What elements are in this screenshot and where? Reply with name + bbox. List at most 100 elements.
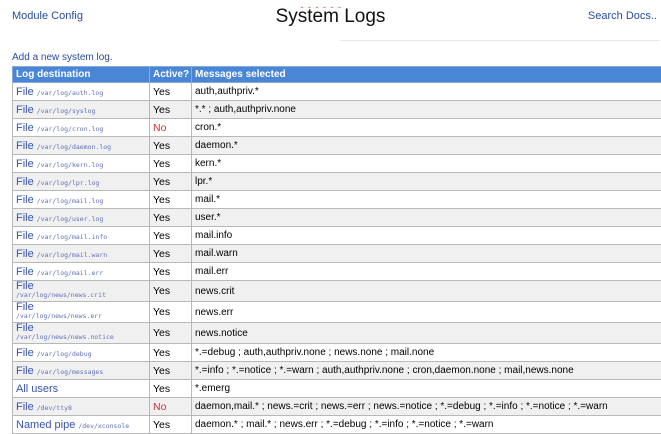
logs-table-container: Log destination Active? Messages selecte… [12,66,661,434]
active-status: No [150,119,192,137]
table-row: File/var/log/cron.logNocron.* [13,119,661,137]
table-row: File/var/log/lpr.logYeslpr.* [13,173,661,191]
search-docs-link[interactable]: Search Docs.. [588,10,657,22]
messages-selected: mail.warn [192,245,661,263]
log-destination-link[interactable]: File [16,212,34,224]
table-row: File/var/log/news/news.noticeYesnews.not… [13,323,661,344]
messages-selected: mail.* [192,191,661,209]
active-status: Yes [150,281,192,302]
log-destination-link[interactable]: File [16,122,34,134]
log-destination-link[interactable]: File [16,140,34,152]
log-destination-cell[interactable]: File/var/log/mail.info [13,227,150,245]
table-row: File/var/log/mail.warnYesmail.warn [13,245,661,263]
active-status: Yes [150,302,192,323]
log-destination-cell[interactable]: File/var/log/syslog [13,101,150,119]
log-destination-cell[interactable]: File/var/log/kern.log [13,155,150,173]
log-path: /var/log/news/news.err [16,312,146,321]
messages-selected: lpr.* [192,173,661,191]
header-divider [340,40,660,41]
table-row: File/var/log/daemon.logYesdaemon.* [13,137,661,155]
active-status: Yes [150,323,192,344]
log-destination-link[interactable]: File [16,347,34,359]
log-destination-link[interactable]: File [16,86,34,98]
log-destination-cell[interactable]: Named pipe/dev/xconsole [13,416,150,434]
log-destination-link[interactable]: All users [16,383,58,395]
log-destination-cell[interactable]: File/var/log/debug [13,344,150,362]
log-path: /var/log/messages [37,368,104,376]
log-destination-cell[interactable]: File/var/log/mail.err [13,263,150,281]
messages-selected: news.err [192,302,661,323]
messages-selected: mail.info [192,227,661,245]
page-title: - - - - - - System Logs [0,6,661,28]
log-path: /dev/xconsole [78,422,129,430]
log-path: /var/log/daemon.log [37,143,111,151]
log-destination-cell[interactable]: File/var/log/auth.log [13,83,150,101]
log-destination-cell[interactable]: File/var/log/lpr.log [13,173,150,191]
log-path: /var/log/news/news.notice [16,333,146,342]
table-row: File/var/log/news/news.errYesnews.err [13,302,661,323]
col-header-messages: Messages selected [192,67,661,83]
table-row: File/var/log/syslogYes*.* ; auth,authpri… [13,101,661,119]
log-destination-link[interactable]: File [16,266,34,278]
messages-selected: user.* [192,209,661,227]
log-path: /var/log/debug [37,350,92,358]
active-status: Yes [150,380,192,398]
log-destination-cell[interactable]: File/var/log/mail.warn [13,245,150,263]
add-system-log-link[interactable]: Add a new system log. [12,52,113,63]
page-header: Module Config - - - - - - System Logs Se… [0,0,661,44]
log-path: /var/log/mail.log [37,197,104,205]
active-status: Yes [150,209,192,227]
log-path: /var/log/lpr.log [37,179,100,187]
active-status: Yes [150,416,192,434]
messages-selected: news.crit [192,281,661,302]
log-destination-link[interactable]: File [16,230,34,242]
log-path: /var/log/kern.log [37,161,104,169]
log-destination-cell[interactable]: File/var/log/news/news.err [13,302,150,323]
log-destination-cell[interactable]: File/var/log/messages [13,362,150,380]
log-destination-link[interactable]: Named pipe [16,419,75,431]
log-destination-link[interactable]: File [16,365,34,377]
table-row: File/var/log/mail.errYesmail.err [13,263,661,281]
log-destination-link[interactable]: File [16,194,34,206]
log-destination-cell[interactable]: File/var/log/news/news.notice [13,323,150,344]
log-path: /var/log/syslog [37,107,96,115]
log-destination-link[interactable]: File [16,248,34,260]
log-destination-cell[interactable]: File/var/log/user.log [13,209,150,227]
messages-selected: news.notice [192,323,661,344]
col-header-active: Active? [150,67,192,83]
table-row: Named pipe/dev/xconsoleYesdaemon.* ; mai… [13,416,661,434]
log-destination-link[interactable]: File [16,176,34,188]
active-status: No [150,398,192,416]
log-destination-link[interactable]: File [16,158,34,170]
active-status: Yes [150,155,192,173]
log-destination-link[interactable]: File [16,401,34,413]
log-path: /var/log/mail.warn [37,251,107,259]
log-destination-cell[interactable]: File/var/log/cron.log [13,119,150,137]
log-path: /var/log/cron.log [37,125,104,133]
messages-selected: *.=info ; *.=notice ; *.=warn ; auth,aut… [192,362,661,380]
active-status: Yes [150,101,192,119]
messages-selected: daemon.* ; mail.* ; news.err ; *.=debug … [192,416,661,434]
log-destination-cell[interactable]: File/dev/tty8 [13,398,150,416]
active-status: Yes [150,137,192,155]
table-row: File/var/log/mail.infoYesmail.info [13,227,661,245]
system-logs-table: Log destination Active? Messages selecte… [12,66,661,434]
active-status: Yes [150,344,192,362]
log-destination-cell[interactable]: All users [13,380,150,398]
table-row: File/var/log/debugYes*.=debug ; auth,aut… [13,344,661,362]
log-destination-cell[interactable]: File/var/log/mail.log [13,191,150,209]
messages-selected: daemon.* [192,137,661,155]
messages-selected: daemon,mail.* ; news.=crit ; news.=err ;… [192,398,661,416]
log-destination-cell[interactable]: File/var/log/daemon.log [13,137,150,155]
log-destination-cell[interactable]: File/var/log/news/news.crit [13,281,150,302]
table-row: File/dev/tty8Nodaemon,mail.* ; news.=cri… [13,398,661,416]
table-header-row: Log destination Active? Messages selecte… [13,67,661,83]
messages-selected: *.* ; auth,authpriv.none [192,101,661,119]
active-status: Yes [150,191,192,209]
active-status: Yes [150,173,192,191]
log-destination-link[interactable]: File [16,104,34,116]
messages-selected: cron.* [192,119,661,137]
table-row: All usersYes*.emerg [13,380,661,398]
active-status: Yes [150,362,192,380]
log-path: /var/log/mail.err [37,269,104,277]
